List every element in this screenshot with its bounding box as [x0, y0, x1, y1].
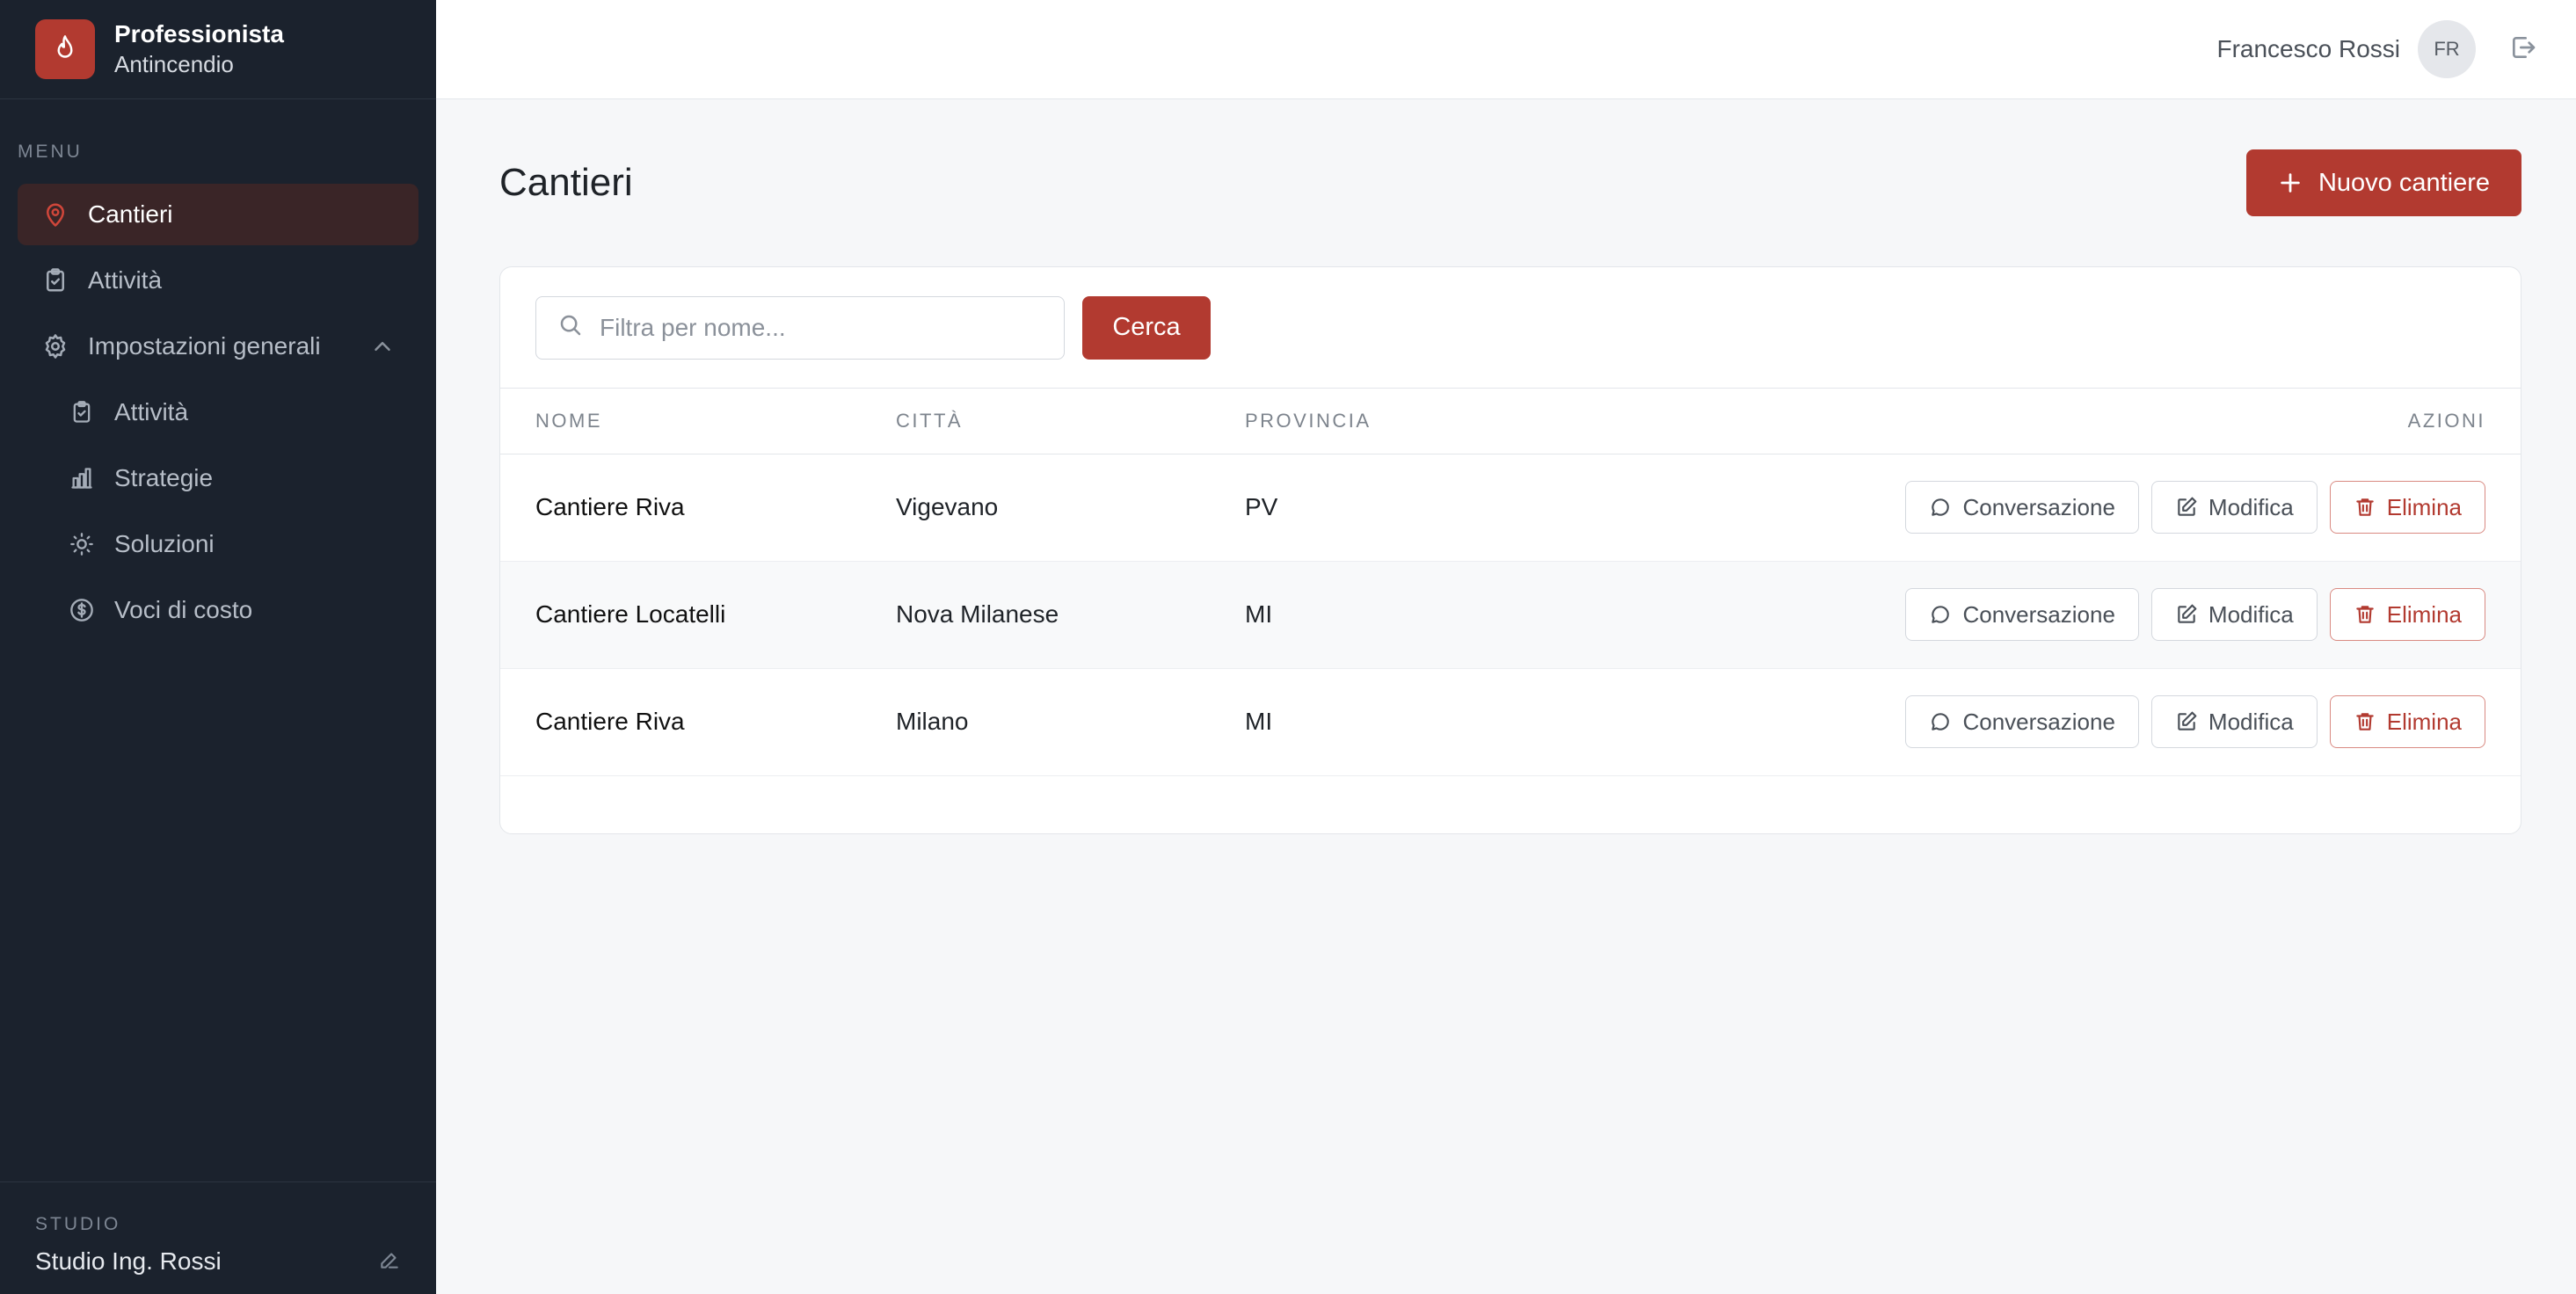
- header-nome[interactable]: NOME: [500, 389, 896, 454]
- cell-provincia: PV: [1245, 454, 1685, 562]
- cell-provincia: MI: [1245, 561, 1685, 669]
- conversazione-label: Conversazione: [1962, 600, 2115, 628]
- logout-icon[interactable]: [2509, 33, 2537, 66]
- plus-icon: [2278, 171, 2303, 195]
- conversazione-button[interactable]: Conversazione: [1905, 695, 2139, 748]
- conversazione-button[interactable]: Conversazione: [1905, 481, 2139, 534]
- map-pin-icon: [40, 200, 70, 229]
- sidebar-item-impostazioni-attivita[interactable]: Attività: [18, 382, 418, 443]
- edit-icon[interactable]: [378, 1248, 401, 1276]
- conversazione-label: Conversazione: [1962, 493, 2115, 520]
- cell-nome: Cantiere Locatelli: [500, 561, 896, 669]
- sidebar-item-label: Strategie: [114, 464, 214, 491]
- studio-label: STUDIO: [35, 1214, 121, 1234]
- flame-icon: [35, 19, 95, 79]
- avatar[interactable]: FR: [2418, 20, 2476, 78]
- bar-chart-icon: [67, 463, 97, 493]
- cell-citta: Nova Milanese: [896, 561, 1245, 669]
- chat-bubble-icon: [1929, 496, 1952, 519]
- sidebar-nav: Cantieri Attività Impostazioni generali …: [0, 184, 436, 641]
- cell-provincia: MI: [1245, 668, 1685, 776]
- search-button[interactable]: Cerca: [1082, 295, 1211, 360]
- cell-nome: Cantiere Riva: [500, 668, 896, 776]
- conversazione-button[interactable]: Conversazione: [1905, 588, 2139, 641]
- studio-name: Studio Ing. Rossi: [35, 1247, 222, 1275]
- table-header-row: NOME CITTÀ PROVINCIA AZIONI: [500, 389, 2521, 454]
- sidebar: Professionista Antincendio MENU Cantieri…: [0, 0, 436, 1294]
- cell-nome: Cantiere Riva: [500, 454, 896, 562]
- page-title: Cantieri: [499, 161, 633, 204]
- topbar: Francesco Rossi FR: [436, 0, 2576, 99]
- sidebar-item-strategie[interactable]: Strategie: [18, 447, 418, 509]
- sidebar-item-label: Cantieri: [88, 200, 173, 228]
- trash-icon: [2354, 710, 2376, 733]
- sidebar-item-label: Impostazioni generali: [88, 332, 321, 360]
- studio-section: STUDIO Studio Ing. Rossi: [0, 1181, 436, 1294]
- trash-icon: [2354, 496, 2376, 519]
- clipboard-check-icon: [40, 265, 70, 295]
- elimina-label: Elimina: [2386, 708, 2462, 735]
- header-provincia[interactable]: PROVINCIA: [1245, 389, 1685, 454]
- clipboard-check-icon: [67, 397, 97, 427]
- sidebar-item-label: Soluzioni: [114, 530, 215, 557]
- modifica-button[interactable]: Modifica: [2150, 481, 2318, 534]
- modifica-button[interactable]: Modifica: [2150, 695, 2318, 748]
- edit-icon: [2175, 603, 2198, 626]
- user-name: Francesco Rossi: [2216, 35, 2400, 62]
- search-icon: [557, 312, 584, 343]
- cell-citta: Milano: [896, 668, 1245, 776]
- edit-icon: [2175, 496, 2198, 519]
- modifica-label: Modifica: [2208, 600, 2294, 628]
- new-cantiere-label: Nuovo cantiere: [2318, 168, 2490, 197]
- search-box[interactable]: [535, 295, 1065, 360]
- elimina-button[interactable]: Elimina: [2329, 481, 2485, 534]
- lightbulb-icon: [67, 529, 97, 559]
- cell-citta: Vigevano: [896, 454, 1245, 562]
- trash-icon: [2354, 603, 2376, 626]
- table-row[interactable]: Cantiere Locatelli Nova Milanese MI Conv…: [500, 561, 2521, 669]
- elimina-button[interactable]: Elimina: [2329, 588, 2485, 641]
- sidebar-item-soluzioni[interactable]: Soluzioni: [18, 513, 418, 575]
- elimina-button[interactable]: Elimina: [2329, 695, 2485, 748]
- new-cantiere-button[interactable]: Nuovo cantiere: [2245, 149, 2521, 216]
- cantieri-table: NOME CITTÀ PROVINCIA AZIONI Cantiere Riv…: [500, 389, 2521, 776]
- cantieri-card: Cerca NOME CITTÀ PROVINCIA AZIONI Cantie…: [499, 266, 2521, 834]
- table-row[interactable]: Cantiere Riva Vigevano PV Conversazione …: [500, 454, 2521, 562]
- edit-icon: [2175, 710, 2198, 733]
- elimina-label: Elimina: [2386, 600, 2462, 628]
- header-azioni: AZIONI: [1685, 389, 2521, 454]
- dollar-circle-icon: [67, 595, 97, 625]
- search-bar: Cerca: [500, 267, 2521, 389]
- main-content: Cantieri Nuovo cantiere Cerca NOME CITTÀ: [499, 99, 2521, 834]
- sidebar-item-label: Attività: [114, 398, 189, 425]
- table-row[interactable]: Cantiere Riva Milano MI Conversazione Mo…: [500, 668, 2521, 776]
- modifica-label: Modifica: [2208, 708, 2294, 735]
- chat-bubble-icon: [1929, 710, 1952, 733]
- sidebar-item-attivita[interactable]: Attività: [18, 250, 418, 311]
- modifica-button[interactable]: Modifica: [2150, 588, 2318, 641]
- header-citta[interactable]: CITTÀ: [896, 389, 1245, 454]
- sidebar-item-impostazioni-generali[interactable]: Impostazioni generali: [18, 316, 418, 377]
- search-input[interactable]: [600, 313, 1039, 342]
- brand-subtitle: Antincendio: [114, 51, 234, 78]
- sidebar-item-cantieri[interactable]: Cantieri: [18, 184, 418, 245]
- sidebar-item-label: Attività: [88, 266, 163, 294]
- brand-title: Professionista: [114, 19, 284, 47]
- sidebar-item-label: Voci di costo: [114, 596, 253, 623]
- modifica-label: Modifica: [2208, 493, 2294, 520]
- brand: Professionista Antincendio: [0, 0, 436, 99]
- elimina-label: Elimina: [2386, 493, 2462, 520]
- menu-label: MENU: [18, 142, 83, 162]
- sidebar-item-voci-di-costo[interactable]: Voci di costo: [18, 579, 418, 641]
- chevron-up-icon[interactable]: [369, 333, 396, 360]
- gear-icon: [40, 331, 70, 361]
- chat-bubble-icon: [1929, 603, 1952, 626]
- conversazione-label: Conversazione: [1962, 708, 2115, 735]
